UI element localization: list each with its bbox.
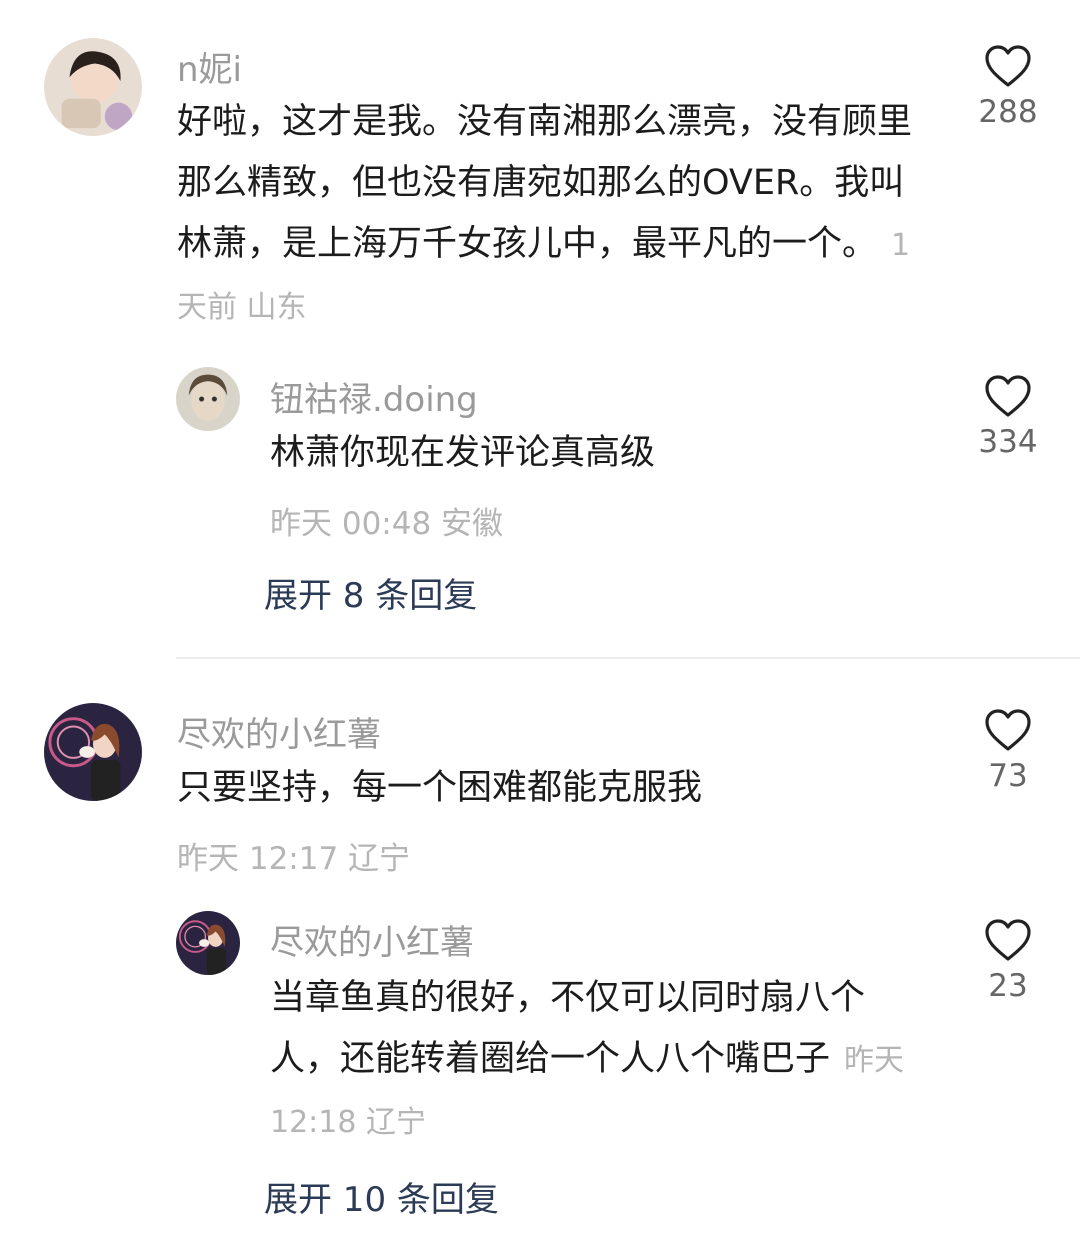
like-count: 288 (978, 94, 1038, 130)
heart-outline-icon (985, 45, 1031, 87)
like-count: 73 (988, 758, 1028, 794)
comment-meta: 昨天 12:17 辽宁 (177, 841, 411, 877)
username[interactable]: 钮祜禄.doing (270, 372, 478, 421)
reply-text: 林萧你现在发评论真高级 (270, 433, 656, 473)
avatar[interactable] (176, 911, 240, 975)
reply-text: 当章鱼真的很好，不仅可以同时扇八个人，还能转着圈给一个人八个嘴巴子 (270, 978, 866, 1079)
comment-text: 好啦，这才是我。没有南湘那么漂亮，没有顾里那么精致，但也没有唐宛如那么的OVER… (177, 102, 913, 264)
reply-meta: 昨天 00:48 安徽 (270, 506, 504, 542)
like-count: 23 (988, 968, 1028, 1004)
comment-text: 只要坚持，每一个困难都能克服我 (177, 768, 703, 808)
reply-body: 当章鱼真的很好，不仅可以同时扇八个人，还能转着圈给一个人八个嘴巴子 昨天 12:1… (270, 968, 910, 1153)
like-button[interactable]: 73 (968, 708, 1048, 794)
username[interactable]: 尽欢的小红薯 (270, 915, 474, 964)
expand-replies-button[interactable]: 展开 10 条回复 (264, 1172, 499, 1221)
like-count: 334 (978, 424, 1038, 460)
username[interactable]: 尽欢的小红薯 (177, 707, 381, 756)
like-button[interactable]: 334 (968, 374, 1048, 460)
heart-outline-icon (985, 709, 1031, 751)
avatar[interactable] (176, 367, 240, 431)
divider (176, 657, 1080, 659)
avatar[interactable] (44, 703, 142, 801)
comment-body: 好啦，这才是我。没有南湘那么漂亮，没有顾里那么精致，但也没有唐宛如那么的OVER… (177, 92, 937, 338)
expand-replies-button[interactable]: 展开 8 条回复 (264, 568, 477, 617)
heart-outline-icon (985, 919, 1031, 961)
like-button[interactable]: 23 (968, 918, 1048, 1004)
avatar[interactable] (44, 38, 142, 136)
like-button[interactable]: 288 (968, 44, 1048, 130)
username[interactable]: n妮i (177, 42, 242, 91)
heart-outline-icon (985, 375, 1031, 417)
